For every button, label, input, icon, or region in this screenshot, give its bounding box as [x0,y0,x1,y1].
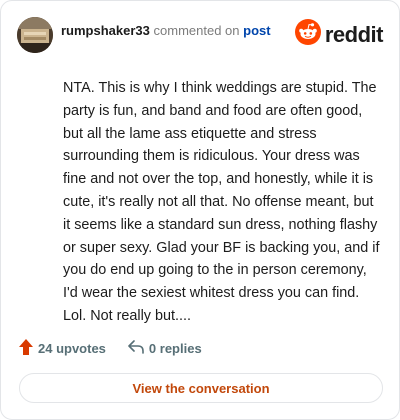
reddit-logo-icon [294,19,321,50]
comment-card: rumpshaker33 commented on post reddit NT… [0,0,400,420]
reddit-wordmark: reddit [324,21,384,47]
reply-arrow-icon [128,339,144,357]
avatar-image [17,17,53,53]
upvote-arrow-icon [19,338,33,358]
reddit-brand[interactable]: reddit [294,19,384,50]
reply-action[interactable]: 0 replies [128,339,202,357]
upvotes-count: 24 upvotes [38,340,106,356]
post-link[interactable]: post [243,23,270,38]
comment-meta: rumpshaker33 commented on post [61,23,271,38]
avatar[interactable] [17,17,53,53]
username[interactable]: rumpshaker33 [61,23,150,38]
replies-count: 0 replies [148,340,202,356]
comment-body: NTA. This is why I think weddings are st… [63,80,380,324]
upvote-action[interactable]: 24 upvotes [19,338,106,358]
view-conversation-button[interactable]: View the conversation [19,373,383,403]
comment-footer: 24 upvotes 0 replies [19,337,202,359]
commented-on-text: commented on [153,22,240,38]
comment-header: rumpshaker33 commented on post reddit [17,15,384,55]
